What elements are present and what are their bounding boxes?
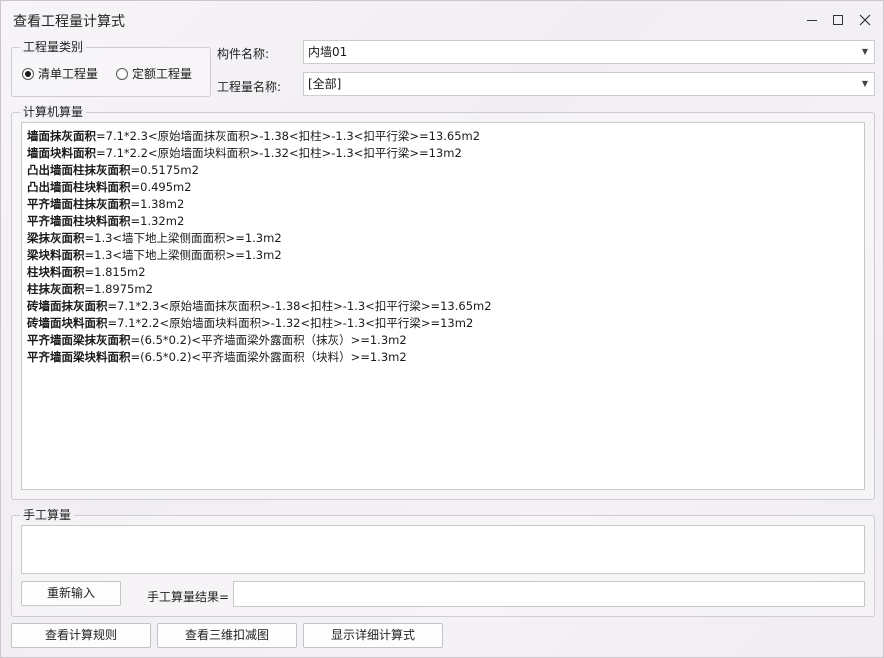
calc-line: 梁块料面积=1.3<墙下地上梁侧面面积>=1.3m2 bbox=[27, 247, 492, 264]
calc-line-name: 墙面块料面积 bbox=[27, 146, 96, 160]
manual-calc-group: 手工算量 重新输入 手工算量结果= bbox=[11, 508, 875, 617]
quantity-type-legend: 工程量类别 bbox=[20, 40, 87, 54]
calc-line-formula: =0.5175m2 bbox=[130, 163, 199, 177]
calc-line: 平齐墙面梁块料面积=(6.5*0.2)<平齐墙面梁外露面积（块料）>=1.3m2 bbox=[27, 349, 492, 366]
radio-checked-icon[interactable] bbox=[22, 67, 34, 80]
calc-line-name: 梁抹灰面积 bbox=[27, 231, 85, 245]
calc-line-formula: =1.815m2 bbox=[84, 265, 146, 279]
calc-line-name: 柱块料面积 bbox=[27, 265, 85, 279]
calc-line-name: 凸出墙面柱抹灰面积 bbox=[27, 163, 131, 177]
manual-calc-legend: 手工算量 bbox=[20, 508, 75, 522]
show-detail-formula-button[interactable]: 显示详细计算式 bbox=[303, 623, 443, 648]
calc-line-formula: =1.8975m2 bbox=[84, 282, 153, 296]
calc-lines: 墙面抹灰面积=7.1*2.3<原始墙面抹灰面积>-1.38<扣柱>-1.3<扣平… bbox=[27, 128, 492, 366]
calc-line-name: 墙面抹灰面积 bbox=[27, 129, 96, 143]
quantity-type-group: 工程量类别 清单工程量 定额工程量 bbox=[11, 40, 211, 97]
title-bar: 查看工程量计算式 bbox=[1, 1, 883, 39]
manual-result-label: 手工算量结果= bbox=[147, 590, 230, 604]
calc-line-formula: =(6.5*0.2)<平齐墙面梁外露面积（块料）>=1.3m2 bbox=[130, 350, 407, 364]
radio-quota-quantity-label: 定额工程量 bbox=[132, 67, 193, 81]
calc-line: 柱块料面积=1.815m2 bbox=[27, 264, 492, 281]
chevron-down-icon[interactable]: ▼ bbox=[862, 41, 868, 63]
calc-line: 柱抹灰面积=1.8975m2 bbox=[27, 281, 492, 298]
calc-line-name: 砖墙面块料面积 bbox=[27, 316, 108, 330]
quantity-name-value: [全部] bbox=[308, 77, 342, 91]
dialog-window: 查看工程量计算式 工程量类别 清单工程量 定额工程量 构件名称: 内墙01 ▼ … bbox=[0, 0, 884, 658]
view-rules-button[interactable]: 查看计算规则 bbox=[11, 623, 151, 648]
calc-line: 砖墙面抹灰面积=7.1*2.3<原始墙面抹灰面积>-1.38<扣柱>-1.3<扣… bbox=[27, 298, 492, 315]
calc-line: 梁抹灰面积=1.3<墙下地上梁侧面面积>=1.3m2 bbox=[27, 230, 492, 247]
calc-line: 平齐墙面柱抹灰面积=1.38m2 bbox=[27, 196, 492, 213]
radio-bill-quantity-label: 清单工程量 bbox=[38, 67, 99, 81]
calc-line: 凸出墙面柱块料面积=0.495m2 bbox=[27, 179, 492, 196]
window-title: 查看工程量计算式 bbox=[13, 14, 125, 30]
calc-line-name: 平齐墙面梁块料面积 bbox=[27, 350, 131, 364]
component-name-select[interactable]: 内墙01 ▼ bbox=[303, 40, 875, 64]
component-name-value: 内墙01 bbox=[308, 45, 348, 59]
manual-calc-input[interactable] bbox=[21, 525, 865, 574]
calc-line-formula: =7.1*2.3<原始墙面抹灰面积>-1.38<扣柱>-1.3<扣平行梁>=13… bbox=[107, 299, 492, 313]
quantity-name-select[interactable]: [全部] ▼ bbox=[303, 72, 875, 96]
close-icon[interactable] bbox=[854, 9, 876, 31]
calc-line-formula: =1.32m2 bbox=[130, 214, 185, 228]
calc-line-formula: =(6.5*0.2)<平齐墙面梁外露面积（抹灰）>=1.3m2 bbox=[130, 333, 407, 347]
chevron-down-icon[interactable]: ▼ bbox=[862, 73, 868, 95]
calc-line-formula: =0.495m2 bbox=[130, 180, 192, 194]
calc-line-name: 平齐墙面柱抹灰面积 bbox=[27, 197, 131, 211]
calc-line: 墙面块料面积=7.1*2.2<原始墙面块料面积>-1.32<扣柱>-1.3<扣平… bbox=[27, 145, 492, 162]
calc-line-formula: =7.1*2.2<原始墙面块料面积>-1.32<扣柱>-1.3<扣平行梁>=13… bbox=[96, 146, 462, 160]
calc-line-name: 柱抹灰面积 bbox=[27, 282, 85, 296]
computer-calc-group: 计算机算量 墙面抹灰面积=7.1*2.3<原始墙面抹灰面积>-1.38<扣柱>-… bbox=[11, 105, 875, 500]
calc-line: 墙面抹灰面积=7.1*2.3<原始墙面抹灰面积>-1.38<扣柱>-1.3<扣平… bbox=[27, 128, 492, 145]
calc-line-formula: =7.1*2.3<原始墙面抹灰面积>-1.38<扣柱>-1.3<扣平行梁>=13… bbox=[96, 129, 481, 143]
calc-line-formula: =1.38m2 bbox=[130, 197, 185, 211]
computer-calc-legend: 计算机算量 bbox=[20, 105, 87, 119]
calc-line-formula: =1.3<墙下地上梁侧面面积>=1.3m2 bbox=[84, 231, 282, 245]
quantity-name-label: 工程量名称: bbox=[217, 80, 282, 94]
calc-line: 平齐墙面梁抹灰面积=(6.5*0.2)<平齐墙面梁外露面积（抹灰）>=1.3m2 bbox=[27, 332, 492, 349]
calc-line-name: 平齐墙面梁抹灰面积 bbox=[27, 333, 131, 347]
reenter-button[interactable]: 重新输入 bbox=[21, 581, 121, 606]
calc-line-formula: =1.3<墙下地上梁侧面面积>=1.3m2 bbox=[84, 248, 282, 262]
manual-result-value bbox=[234, 587, 238, 601]
computer-calc-text[interactable]: 墙面抹灰面积=7.1*2.3<原始墙面抹灰面积>-1.38<扣柱>-1.3<扣平… bbox=[21, 122, 865, 490]
calc-line-name: 凸出墙面柱块料面积 bbox=[27, 180, 131, 194]
calc-line-name: 平齐墙面柱块料面积 bbox=[27, 214, 131, 228]
view-3d-deduction-button[interactable]: 查看三维扣减图 bbox=[157, 623, 297, 648]
calc-line: 砖墙面块料面积=7.1*2.2<原始墙面块料面积>-1.32<扣柱>-1.3<扣… bbox=[27, 315, 492, 332]
calc-line: 平齐墙面柱块料面积=1.32m2 bbox=[27, 213, 492, 230]
calc-line-name: 梁块料面积 bbox=[27, 248, 85, 262]
calc-line: 凸出墙面柱抹灰面积=0.5175m2 bbox=[27, 162, 492, 179]
radio-unchecked-icon[interactable] bbox=[116, 67, 128, 80]
component-name-label: 构件名称: bbox=[217, 47, 270, 61]
minimize-icon[interactable] bbox=[801, 9, 823, 31]
calc-line-formula: =7.1*2.2<原始墙面块料面积>-1.32<扣柱>-1.3<扣平行梁>=13… bbox=[107, 316, 474, 330]
manual-result-field[interactable] bbox=[233, 581, 865, 607]
radio-bill-quantity[interactable]: 清单工程量 bbox=[22, 65, 98, 82]
maximize-icon[interactable] bbox=[827, 9, 849, 31]
radio-quota-quantity[interactable]: 定额工程量 bbox=[116, 65, 192, 82]
calc-line-name: 砖墙面抹灰面积 bbox=[27, 299, 108, 313]
